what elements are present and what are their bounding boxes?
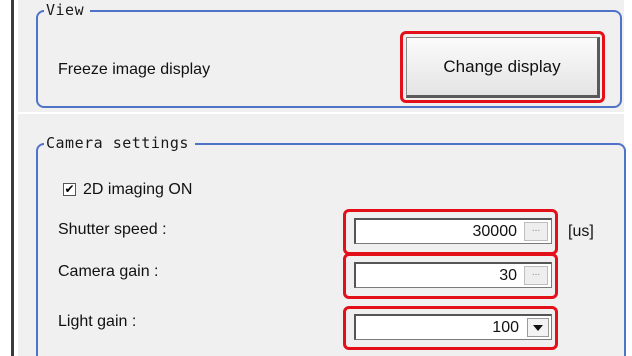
change-display-button[interactable]: Change display	[406, 37, 600, 98]
view-group-title: View	[44, 0, 91, 20]
check-mark-icon: ✔	[64, 182, 75, 196]
shutter-speed-input[interactable]: 30000 ...	[354, 218, 552, 244]
left-divider	[11, 0, 14, 356]
imaging-checkbox[interactable]: ✔	[63, 183, 76, 196]
freeze-image-display-label: Freeze image display	[58, 61, 211, 78]
light-gain-select[interactable]: 100	[354, 314, 552, 340]
shutter-speed-ellipsis-button[interactable]: ...	[524, 222, 548, 241]
camera-gain-value: 30	[499, 267, 517, 284]
shutter-speed-label: Shutter speed :	[58, 221, 167, 238]
camera-gain-label: Camera gain :	[58, 263, 159, 280]
light-gain-value: 100	[492, 319, 519, 336]
shutter-speed-value: 30000	[472, 223, 518, 240]
camera-gain-input[interactable]: 30 ...	[354, 262, 552, 288]
light-gain-dropdown-button[interactable]	[527, 318, 549, 337]
settings-screen: View Freeze image display Change display…	[0, 0, 632, 356]
camera-settings-title: Camera settings	[44, 133, 195, 153]
chevron-down-icon	[533, 324, 543, 331]
imaging-checkbox-label: 2D imaging ON	[83, 181, 193, 198]
camera-gain-ellipsis-button[interactable]: ...	[524, 266, 548, 285]
light-gain-label: Light gain :	[58, 313, 137, 330]
change-display-button-label: Change display	[443, 56, 561, 76]
shutter-speed-unit: [us]	[568, 223, 594, 240]
